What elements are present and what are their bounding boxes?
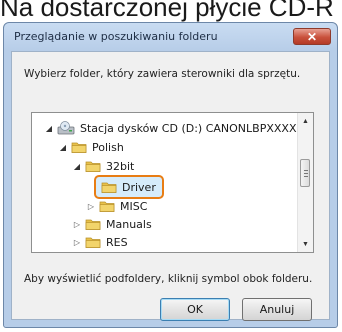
tree-item-label: RES (106, 235, 128, 249)
folder-icon (71, 142, 87, 153)
folder-icon (85, 219, 101, 230)
scroll-up-arrow-icon[interactable]: ▲ (298, 113, 313, 129)
tree-item-misc[interactable]: ▷ MISC (86, 197, 147, 215)
dialog-body: Wybierz folder, który zawiera sterowniki… (11, 51, 330, 321)
folder-icon (85, 161, 101, 172)
tree-item-label: 32bit (106, 159, 135, 173)
hint-text: Aby wyświetlić podfoldery, kliknij symbo… (24, 273, 313, 285)
folder-tree[interactable]: ◢ Stacja dysków CD (D:) CANONLBPXXXX ◢ P… (31, 112, 314, 253)
tree-item-label: Stacja dysków CD (D:) CANONLBPXXXX (80, 121, 297, 135)
browse-folder-dialog: Przeglądanie w poszukiwaniu folderu ✕ Wy… (3, 22, 338, 328)
collapse-arrow-icon[interactable]: ◢ (58, 143, 68, 152)
tree-item-label: MISC (120, 199, 148, 213)
folder-icon (99, 201, 115, 212)
expand-arrow-icon[interactable]: ▷ (72, 238, 82, 247)
collapse-arrow-icon[interactable]: ◢ (72, 162, 82, 171)
tree-item-32bit[interactable]: ◢ 32bit (72, 157, 134, 175)
title-bar[interactable]: Przeglądanie w poszukiwaniu folderu ✕ (4, 23, 337, 51)
tree-item-drive[interactable]: ◢ Stacja dysków CD (D:) CANONLBPXXXX (44, 119, 296, 137)
folder-icon (101, 182, 117, 193)
tree-scrollbar[interactable]: ▲ ▼ (297, 113, 313, 252)
instruction-text: Wybierz folder, który zawiera sterowniki… (24, 68, 301, 80)
tree-item-label: Manuals (106, 217, 152, 231)
folder-icon (85, 237, 101, 248)
ok-button[interactable]: OK (160, 298, 230, 321)
cancel-button[interactable]: Anuluj (242, 298, 312, 321)
dialog-title: Przeglądanie w poszukiwaniu folderu (14, 30, 218, 43)
close-icon: ✕ (306, 29, 318, 44)
expand-arrow-icon[interactable]: ▷ (86, 202, 96, 211)
page-caption: Na dostarczonej płycie CD-R (0, 0, 334, 22)
scroll-down-arrow-icon[interactable]: ▼ (298, 236, 313, 252)
tree-item-label: Driver (122, 180, 156, 194)
tree-item-manuals[interactable]: ▷ Manuals (72, 215, 152, 233)
expand-arrow-icon[interactable]: ▷ (72, 220, 82, 229)
tree-item-polish[interactable]: ◢ Polish (58, 138, 124, 156)
cd-drive-icon (57, 121, 75, 135)
tree-item-x64[interactable]: ▷ x64 (72, 250, 127, 254)
tree-item-res[interactable]: ▷ RES (72, 233, 128, 251)
collapse-arrow-icon[interactable]: ◢ (44, 124, 54, 133)
tree-item-label: Polish (92, 140, 124, 154)
close-button[interactable]: ✕ (293, 28, 331, 45)
tree-item-label: x64 (106, 253, 127, 254)
tree-item-driver-selected[interactable]: Driver (94, 175, 164, 199)
scrollbar-thumb[interactable] (300, 159, 310, 187)
